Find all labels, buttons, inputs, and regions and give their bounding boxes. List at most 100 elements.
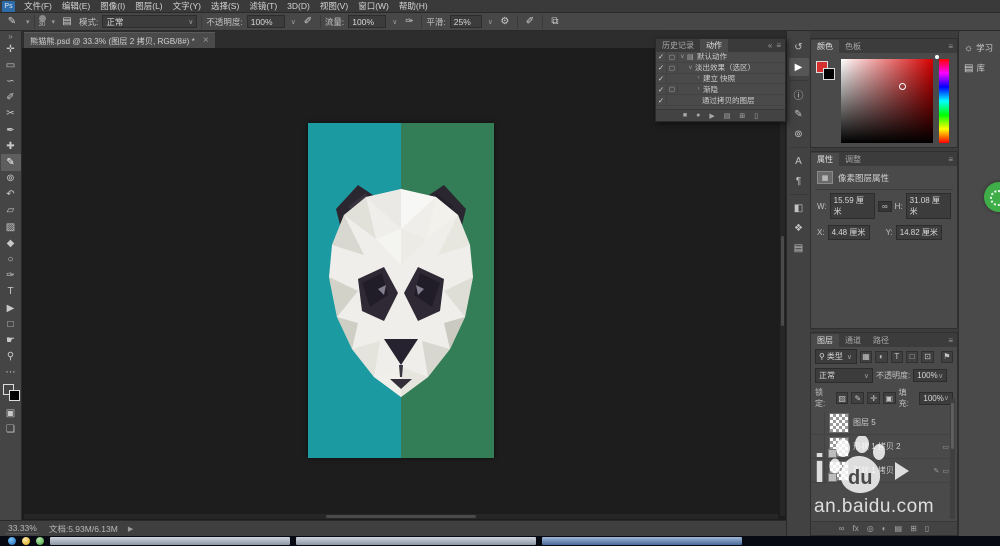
menu-filter[interactable]: 滤镜(T) — [244, 0, 282, 13]
action-dialog-toggle-icon[interactable]: ▢ — [667, 64, 678, 72]
filter-shape-icon[interactable]: □ — [906, 351, 918, 363]
paragraph-panel-icon[interactable]: ¶ — [789, 172, 809, 190]
layer-name[interactable]: 形状 1 拷贝 2 — [853, 441, 901, 452]
vertical-scrollbar-thumb[interactable] — [781, 236, 784, 326]
action-check-icon[interactable]: ✓ — [656, 85, 667, 94]
layer-style-button[interactable]: fx — [852, 524, 858, 533]
airbrush-icon[interactable]: ✑ — [401, 15, 417, 29]
add-mask-button[interactable]: ◎ — [867, 524, 874, 533]
filter-type-icon[interactable]: T — [891, 351, 903, 363]
zoom-tool[interactable]: ⚲ — [1, 349, 21, 365]
menu-window[interactable]: 窗口(W) — [353, 0, 394, 13]
adjustment-layer-button[interactable]: ◐ — [882, 524, 887, 533]
symmetry-icon[interactable]: ⧉ — [547, 15, 563, 29]
dodge-tool[interactable]: ○ — [1, 251, 21, 267]
opacity-caret-icon[interactable]: ∨ — [291, 18, 296, 26]
background-color-swatch[interactable] — [823, 68, 835, 80]
new-set-button[interactable]: ▤ — [724, 112, 731, 120]
panel-menu-icon[interactable]: ≡ — [948, 42, 953, 51]
saturation-brightness-field[interactable] — [841, 59, 933, 143]
tab-color[interactable]: 颜色 — [811, 40, 839, 53]
panel-menu-icon[interactable]: ≡ — [948, 336, 953, 345]
menu-select[interactable]: 选择(S) — [206, 0, 244, 13]
pen-tool[interactable]: ✑ — [1, 268, 21, 284]
visibility-toggle[interactable] — [813, 412, 825, 434]
layers-scrollbar[interactable] — [950, 399, 955, 519]
hue-slider[interactable] — [939, 59, 949, 143]
menu-edit[interactable]: 编辑(E) — [57, 0, 95, 13]
marquee-tool[interactable]: ▭ — [1, 57, 21, 73]
action-row-default-actions[interactable]: ✓ ▢ ∨ ▤ 默认动作 — [656, 52, 785, 63]
healing-brush-tool[interactable]: ✚ — [1, 138, 21, 154]
delete-layer-button[interactable]: ▯ — [925, 524, 929, 533]
hand-tool[interactable]: ☛ — [1, 332, 21, 348]
screen-mode-button[interactable]: ❏ — [1, 421, 21, 437]
toolbar-expand-icon[interactable]: » — [8, 32, 12, 41]
hue-slider-handle[interactable] — [935, 55, 939, 59]
expander-icon[interactable]: › — [694, 86, 703, 92]
menu-type[interactable]: 文字(Y) — [168, 0, 206, 13]
brush-size-picker[interactable]: 30 — [39, 15, 46, 28]
layer-name[interactable]: 形状 1 拷贝 — [853, 465, 894, 476]
shape-tool[interactable]: □ — [1, 316, 21, 332]
layer-effects-icon[interactable]: ✎ — [934, 467, 940, 475]
filter-adjustment-icon[interactable]: ◐ — [875, 351, 887, 363]
blur-tool[interactable]: ◆ — [1, 235, 21, 251]
taskbar-window-button[interactable] — [50, 537, 290, 545]
visibility-toggle[interactable] — [813, 436, 825, 458]
layers-scrollbar-thumb[interactable] — [951, 403, 954, 449]
pressure-opacity-icon[interactable]: ✐ — [300, 15, 316, 29]
brush-picker-caret-icon[interactable]: ▾ — [52, 18, 56, 26]
history-brush-tool[interactable]: ↶ — [1, 187, 21, 203]
layer-row-shape1-copy2[interactable]: 形状 1 拷贝 2 ▭ — [811, 435, 957, 459]
smoothing-gear-icon[interactable]: ⚙ — [497, 15, 513, 29]
record-button[interactable]: ● — [696, 112, 700, 119]
lasso-tool[interactable]: ∽ — [1, 73, 21, 89]
layer-thumbnail[interactable] — [829, 461, 849, 481]
tab-actions[interactable]: 动作 — [700, 39, 728, 52]
new-layer-button[interactable]: ⊞ — [910, 524, 917, 533]
taskbar-app-icon[interactable] — [36, 537, 44, 545]
history-panel-icon[interactable]: ↺ — [789, 38, 809, 56]
pressure-size-icon[interactable]: ✐ — [522, 15, 538, 29]
clone-stamp-tool[interactable]: ⊚ — [1, 171, 21, 187]
action-row-make-snapshot[interactable]: ✓ › 建立 快照 — [656, 74, 785, 85]
new-action-button[interactable]: ⊞ — [739, 112, 745, 120]
layer-opacity-input[interactable]: 100% ∨ — [913, 369, 947, 382]
play-button[interactable]: ▶ — [709, 112, 714, 120]
action-check-icon[interactable]: ✓ — [656, 63, 667, 72]
gradient-tool[interactable]: ▨ — [1, 219, 21, 235]
blend-mode-select[interactable]: 正常 ∨ — [102, 15, 197, 28]
lock-position-icon[interactable]: ✛ — [867, 392, 880, 404]
action-row-fade-effect[interactable]: ✓ ▢ ∨ 淡出效果（选区） — [656, 63, 785, 74]
eraser-tool[interactable]: ▱ — [1, 203, 21, 219]
menu-layer[interactable]: 图层(L) — [130, 0, 167, 13]
document-tab[interactable]: 熊猫熊.psd @ 33.3% (图层 2 拷贝, RGB/8#) * × — [24, 32, 215, 48]
expander-icon[interactable]: ∨ — [686, 64, 695, 71]
menu-file[interactable]: 文件(F) — [19, 0, 57, 13]
menu-image[interactable]: 图像(I) — [95, 0, 130, 13]
lock-transparent-pixels-icon[interactable]: ▨ — [836, 392, 849, 404]
eyedropper-tool[interactable]: ✒ — [1, 122, 21, 138]
layer-thumbnail[interactable] — [829, 413, 849, 433]
learn-panel-button[interactable]: ☼ 学习 — [959, 38, 1000, 58]
color-picker-cursor[interactable] — [899, 83, 906, 90]
adjustments-panel-icon[interactable]: ◧ — [789, 199, 809, 217]
layer-thumbnail[interactable] — [829, 437, 849, 457]
artwork-canvas[interactable] — [308, 123, 494, 458]
y-input[interactable]: 14.82 厘米 — [896, 225, 942, 240]
tab-layers[interactable]: 图层 — [811, 334, 839, 347]
panel-menu-icon[interactable]: ≡ — [776, 41, 781, 50]
smoothing-caret-icon[interactable]: ∨ — [488, 18, 493, 26]
quick-selection-tool[interactable]: ✐ — [1, 90, 21, 106]
action-dialog-toggle-icon[interactable]: ▢ — [667, 53, 678, 61]
flow-caret-icon[interactable]: ∨ — [392, 18, 397, 26]
link-layers-button[interactable]: ∞ — [839, 524, 845, 533]
flow-input[interactable]: 100% — [348, 15, 386, 28]
layer-extra-icon[interactable]: ▭ — [942, 467, 949, 475]
info-panel-icon[interactable]: ⓘ — [789, 85, 809, 103]
smoothing-input[interactable]: 25% — [450, 15, 482, 28]
menu-help[interactable]: 帮助(H) — [394, 0, 433, 13]
edit-toolbar-button[interactable]: ⋯ — [1, 365, 21, 381]
taskbar-app-icon[interactable] — [22, 537, 30, 545]
